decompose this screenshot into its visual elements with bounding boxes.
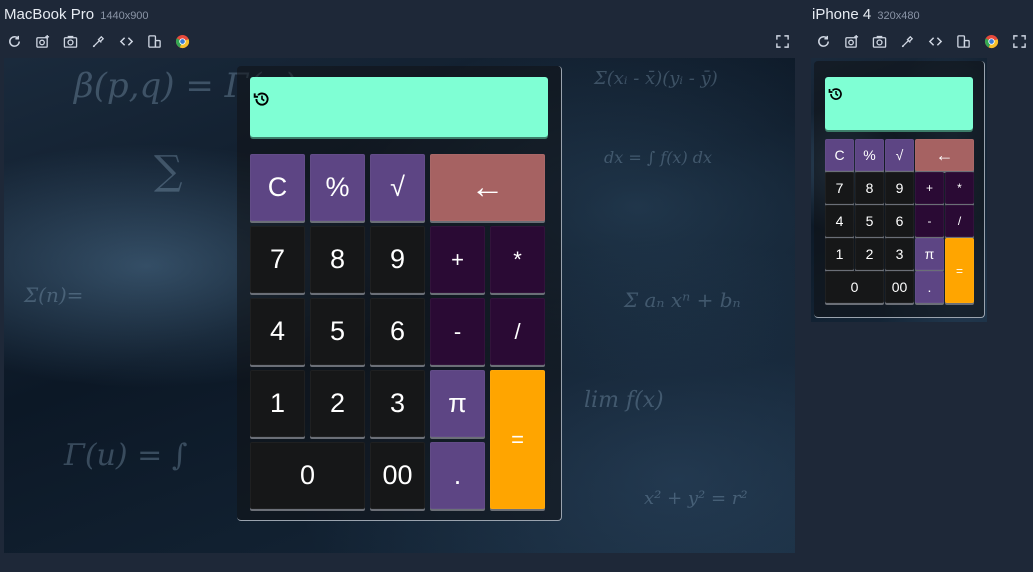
code-button[interactable] [112, 32, 140, 50]
chrome-icon [175, 34, 189, 48]
digit-8-button[interactable]: 8 [310, 226, 365, 293]
macbook-viewport: β(p,q) = Γ(p) ∑ Σ(n)= Γ(u) = ∫ Σ(xᵢ - x̄… [4, 58, 795, 553]
divide-button[interactable]: / [945, 205, 974, 237]
eyedropper-button[interactable] [84, 32, 112, 50]
equals-button[interactable]: = [945, 238, 974, 303]
backspace-button[interactable]: ← [430, 154, 545, 221]
screenshot-plus-icon [35, 34, 49, 48]
clear-button[interactable]: C [250, 154, 305, 221]
device-name: iPhone 4 [812, 6, 872, 23]
calculator: C % √ ← 7 8 9 + * 4 5 6 - / 1 2 3 π = 0 … [814, 61, 985, 318]
calculator-display [250, 77, 548, 137]
screenshot-button[interactable] [865, 32, 893, 50]
digit-1-button[interactable]: 1 [250, 370, 305, 437]
digit-9-button[interactable]: 9 [885, 172, 914, 204]
equals-button[interactable]: = [490, 370, 545, 509]
clear-button[interactable]: C [825, 139, 854, 171]
digit-2-button[interactable]: 2 [855, 238, 884, 270]
code-icon [928, 36, 942, 46]
fullscreen-icon [1012, 34, 1026, 48]
copy-layout-icon [147, 34, 161, 48]
backspace-button[interactable]: ← [915, 139, 974, 171]
digit-4-button[interactable]: 4 [250, 298, 305, 365]
keypad: C % √ ← 7 8 9 + * 4 5 6 - / 1 2 3 π = 0 … [825, 139, 974, 303]
eyedropper-icon [901, 35, 913, 47]
reload-button[interactable] [0, 32, 28, 50]
minus-button[interactable]: - [915, 205, 944, 237]
multiply-button[interactable]: * [490, 226, 545, 293]
device-dimensions: 320x480 [877, 10, 920, 22]
fullscreen-button[interactable] [1005, 32, 1033, 50]
reload-icon [8, 35, 20, 47]
device-name: MacBook Pro [4, 6, 95, 23]
chrome-icon [984, 34, 998, 48]
percent-button[interactable]: % [310, 154, 365, 221]
digit-9-button[interactable]: 9 [370, 226, 425, 293]
eyedropper-button[interactable] [893, 32, 921, 50]
digit-7-button[interactable]: 7 [250, 226, 305, 293]
reload-icon [817, 35, 829, 47]
device-dimensions: 1440x900 [100, 10, 149, 22]
digit-4-button[interactable]: 4 [825, 205, 854, 237]
pi-button[interactable]: π [430, 370, 485, 437]
copy-layout-button[interactable] [949, 32, 977, 50]
percent-button[interactable]: % [855, 139, 884, 171]
digit-6-button[interactable]: 6 [370, 298, 425, 365]
digit-1-button[interactable]: 1 [825, 238, 854, 270]
digit-2-button[interactable]: 2 [310, 370, 365, 437]
sqrt-button[interactable]: √ [885, 139, 914, 171]
digit-5-button[interactable]: 5 [855, 205, 884, 237]
sqrt-button[interactable]: √ [370, 154, 425, 221]
digit-7-button[interactable]: 7 [825, 172, 854, 204]
digit-8-button[interactable]: 8 [855, 172, 884, 204]
decimal-button[interactable]: . [915, 271, 944, 303]
keypad: C % √ ← 7 8 9 + * 4 5 6 - / 1 2 3 π = 0 … [250, 154, 545, 509]
reload-button[interactable] [809, 32, 837, 50]
device-title-iphone: iPhone 4 320x480 [812, 6, 920, 23]
multiply-button[interactable]: * [945, 172, 974, 204]
digit-0-button[interactable]: 0 [825, 271, 884, 303]
digit-0-button[interactable]: 0 [250, 442, 365, 509]
eyedropper-icon [92, 35, 104, 47]
minus-button[interactable]: - [430, 298, 485, 365]
code-icon [119, 36, 133, 46]
chrome-button[interactable] [977, 32, 1005, 50]
plus-button[interactable]: + [430, 226, 485, 293]
double-zero-button[interactable]: 00 [885, 271, 914, 303]
screenshot-plus-icon [844, 34, 858, 48]
device-title-macbook: MacBook Pro 1440x900 [4, 6, 149, 23]
double-zero-button[interactable]: 00 [370, 442, 425, 509]
pi-button[interactable]: π [915, 238, 944, 270]
screenshot-plus-button[interactable] [837, 32, 865, 50]
device-toolbar-iphone [809, 32, 1033, 50]
camera-icon [63, 35, 77, 48]
decimal-button[interactable]: . [430, 442, 485, 509]
device-toolbar-macbook [0, 32, 196, 50]
divide-button[interactable]: / [490, 298, 545, 365]
copy-layout-button[interactable] [140, 32, 168, 50]
camera-icon [872, 35, 886, 48]
digit-3-button[interactable]: 3 [885, 238, 914, 270]
chrome-button[interactable] [168, 32, 196, 50]
digit-5-button[interactable]: 5 [310, 298, 365, 365]
calculator-display [825, 77, 973, 130]
screenshot-plus-button[interactable] [28, 32, 56, 50]
fullscreen-icon [775, 34, 789, 48]
calculator: C % √ ← 7 8 9 + * 4 5 6 - / 1 2 3 π = 0 … [237, 66, 562, 521]
plus-button[interactable]: + [915, 172, 944, 204]
history-icon[interactable] [828, 86, 844, 102]
digit-3-button[interactable]: 3 [370, 370, 425, 437]
copy-layout-icon [956, 34, 970, 48]
history-icon[interactable] [253, 90, 271, 108]
iphone-viewport: C % √ ← 7 8 9 + * 4 5 6 - / 1 2 3 π = 0 … [811, 58, 987, 322]
digit-6-button[interactable]: 6 [885, 205, 914, 237]
screenshot-button[interactable] [56, 32, 84, 50]
fullscreen-button[interactable] [768, 32, 796, 50]
code-button[interactable] [921, 32, 949, 50]
